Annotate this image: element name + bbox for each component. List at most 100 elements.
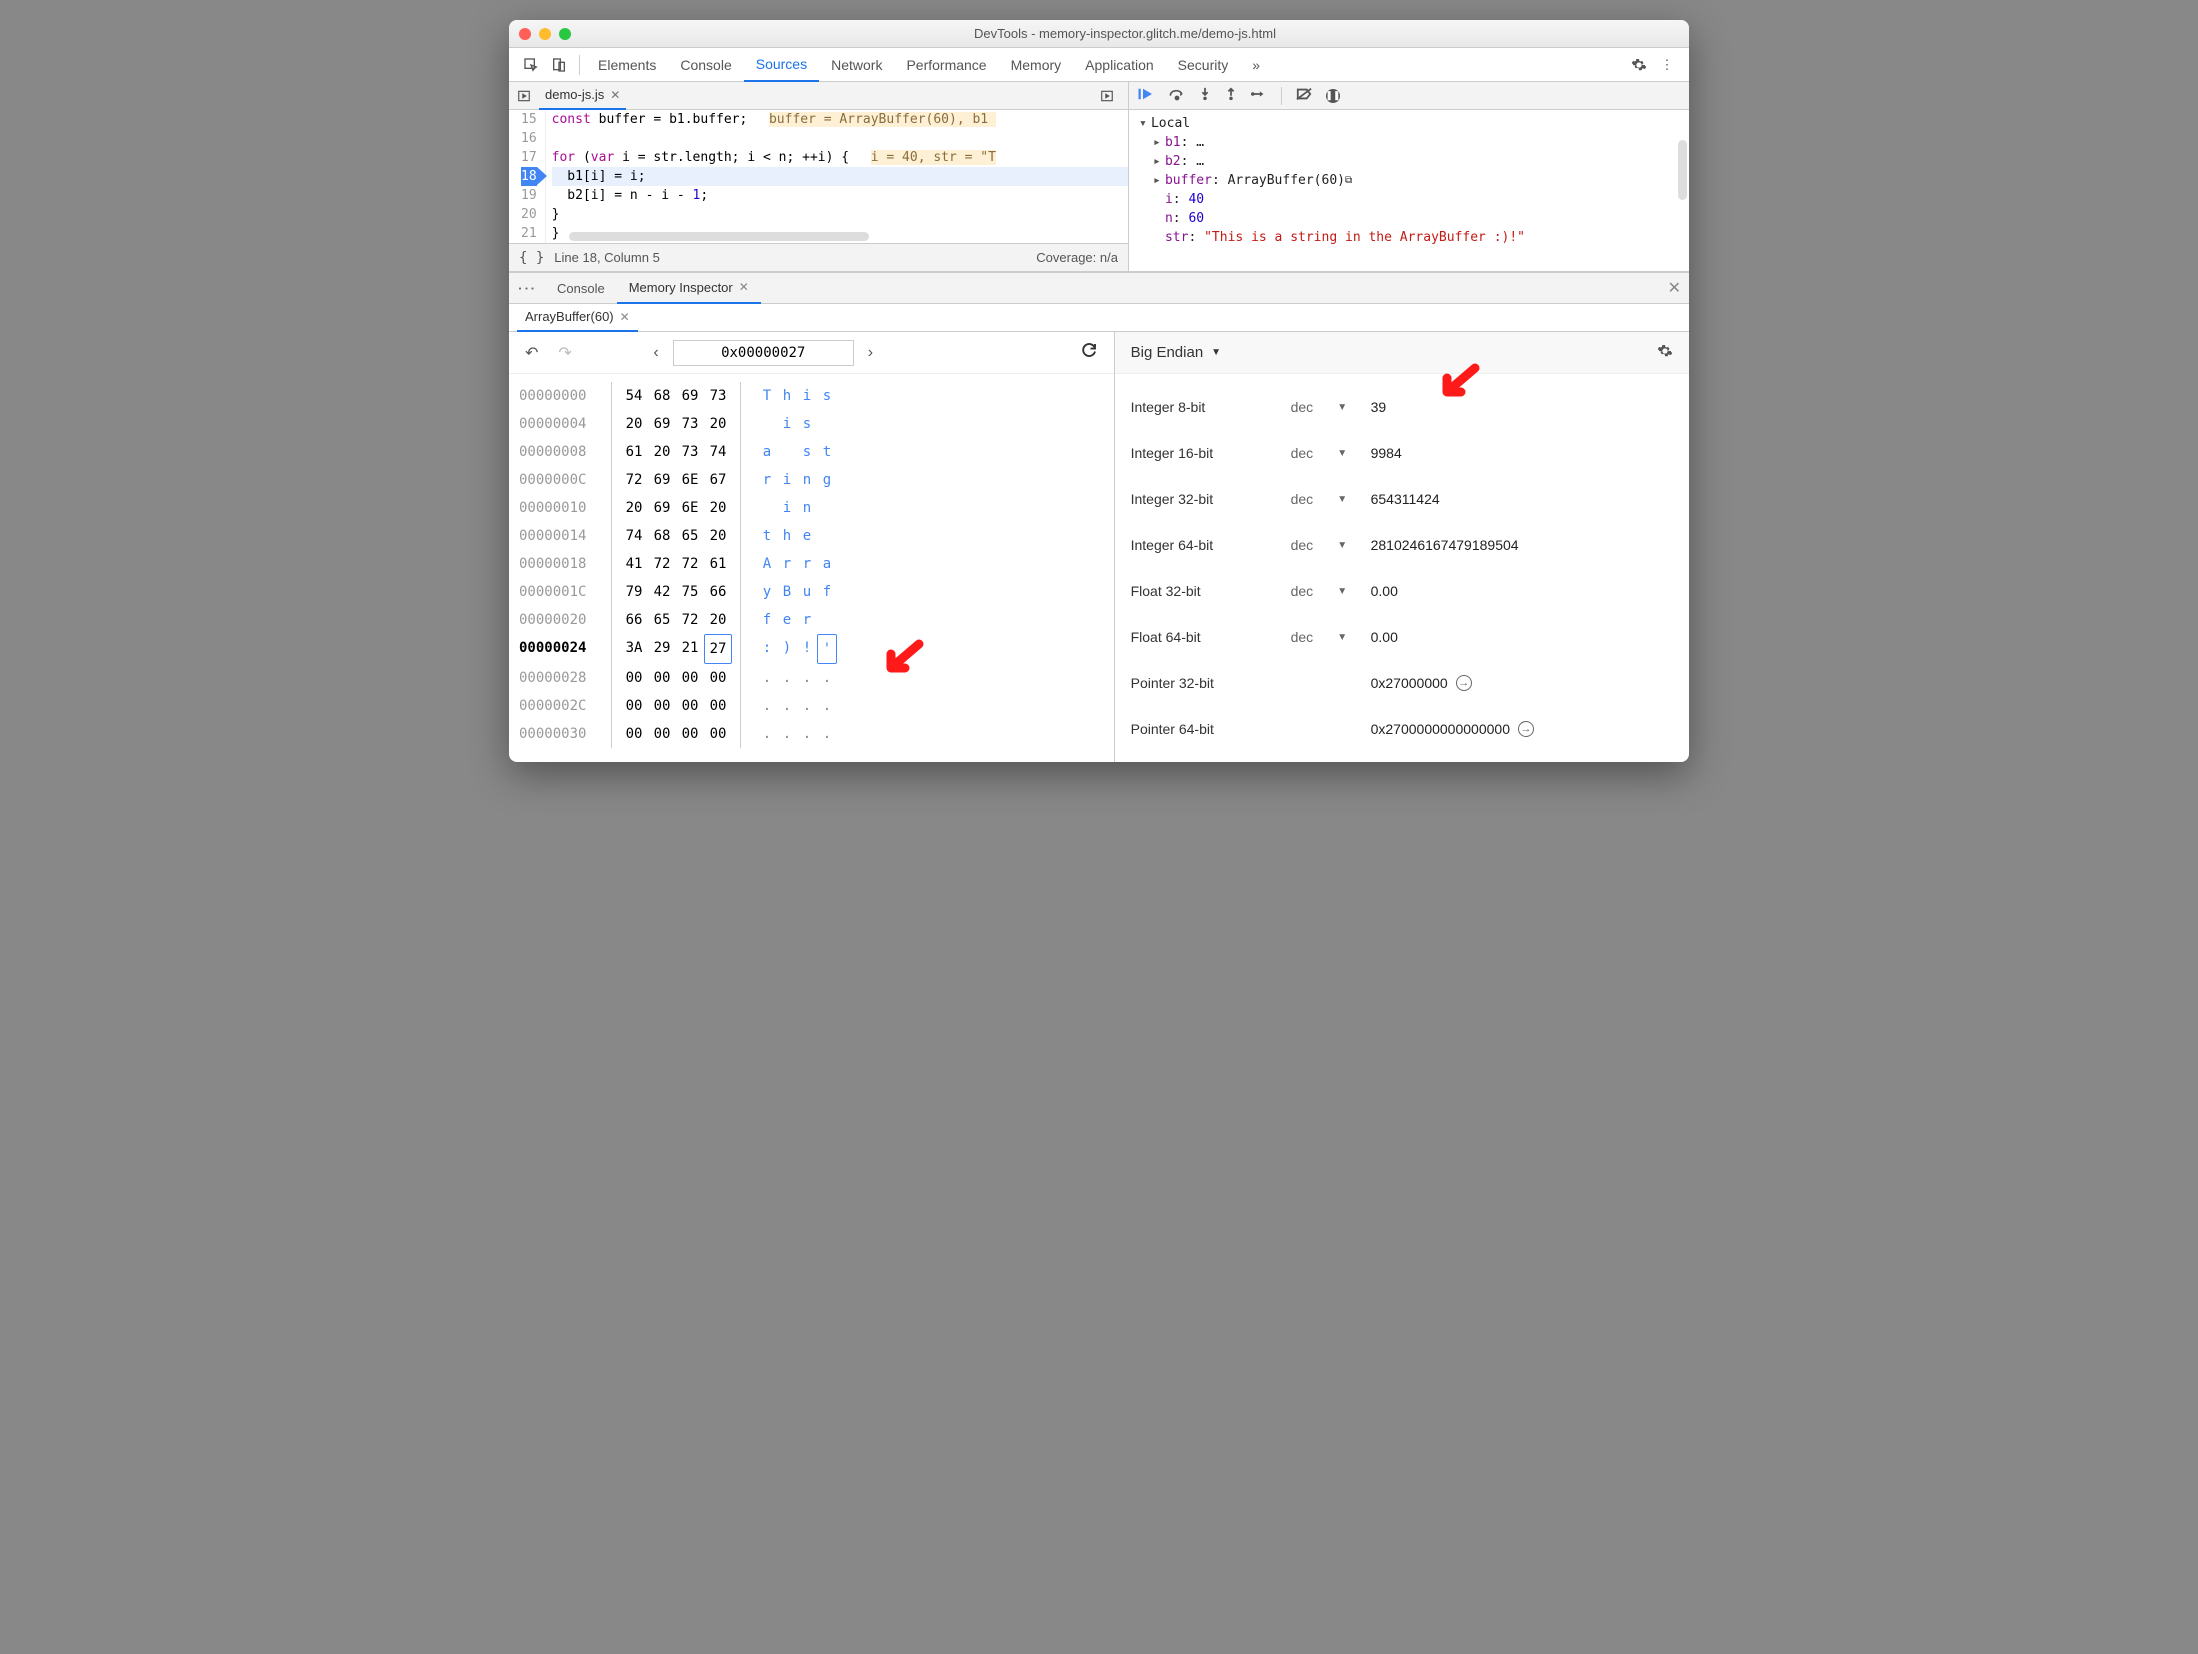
ascii-char[interactable]: . [797,720,817,748]
step-over-icon[interactable] [1169,87,1185,104]
ascii-char[interactable]: . [797,664,817,692]
ascii-char[interactable] [817,410,837,438]
hex-byte[interactable]: 69 [676,382,704,410]
hex-row[interactable]: 0000000C72696E67ring [519,466,1104,494]
pretty-print-icon[interactable]: { } [519,250,544,266]
goto-address-icon[interactable]: → [1456,675,1472,691]
step-into-icon[interactable] [1199,87,1211,104]
ascii-char[interactable]: h [777,382,797,410]
base-select[interactable]: dec▼ [1291,399,1371,415]
inspect-element-icon[interactable] [517,51,545,79]
hex-byte[interactable]: 61 [704,550,732,578]
ascii-char[interactable] [757,410,777,438]
hex-byte[interactable]: 69 [648,466,676,494]
code-line[interactable]: b1[i] = i; [552,167,1128,186]
hex-byte[interactable]: 73 [704,382,732,410]
drawer-tab-memory-inspector[interactable]: Memory Inspector✕ [617,272,761,304]
scope-scrollbar[interactable] [1678,140,1687,200]
hex-byte[interactable]: 66 [620,606,648,634]
line-number[interactable]: 16 [521,129,537,148]
code-line[interactable]: const buffer = b1.buffer; buffer = Array… [552,110,1128,129]
hex-row[interactable]: 0000000054686973This [519,382,1104,410]
ascii-char[interactable]: . [777,664,797,692]
ascii-char[interactable]: a [757,438,777,466]
minimize-window-button[interactable] [539,28,551,40]
ascii-char[interactable]: i [797,382,817,410]
tab-application[interactable]: Application [1073,48,1166,82]
hex-byte[interactable]: 72 [676,606,704,634]
base-select[interactable]: dec▼ [1291,445,1371,461]
ascii-char[interactable]: . [777,692,797,720]
code-line[interactable]: } [552,205,1128,224]
ascii-char[interactable]: T [757,382,777,410]
ascii-char[interactable]: t [817,438,837,466]
horizontal-scrollbar[interactable] [569,232,869,241]
hex-byte[interactable]: 00 [676,720,704,748]
ascii-char[interactable]: f [757,606,777,634]
ascii-char[interactable]: t [757,522,777,550]
hex-byte[interactable]: 67 [704,466,732,494]
ascii-char[interactable] [817,606,837,634]
ascii-char[interactable]: B [777,578,797,606]
line-number[interactable]: 20 [521,205,537,224]
hex-byte[interactable]: 00 [676,692,704,720]
ascii-char[interactable]: r [797,550,817,578]
hex-byte[interactable]: 00 [620,692,648,720]
hex-row[interactable]: 0000000861207374a st [519,438,1104,466]
settings-gear-icon[interactable] [1625,51,1653,79]
hex-byte[interactable]: 68 [648,382,676,410]
line-number[interactable]: 21 [521,224,537,243]
ascii-char[interactable]: i [777,466,797,494]
drawer-menu-icon[interactable]: ⋮ [516,279,537,297]
hex-byte[interactable]: 79 [620,578,648,606]
run-snippet-icon[interactable] [1098,89,1116,103]
device-toggle-icon[interactable] [545,51,573,79]
ascii-char[interactable]: s [797,438,817,466]
code-line[interactable] [552,129,1128,148]
hex-byte[interactable]: 00 [648,720,676,748]
hex-byte[interactable]: 41 [620,550,648,578]
drawer-tab-console[interactable]: Console [545,272,617,304]
close-drawer-icon[interactable]: ✕ [1668,278,1681,298]
resume-icon[interactable] [1137,87,1155,104]
hex-byte[interactable]: 73 [676,438,704,466]
hex-byte[interactable]: 68 [648,522,676,550]
ascii-char[interactable]: e [777,606,797,634]
ascii-char[interactable] [757,494,777,522]
hex-byte[interactable]: 00 [648,664,676,692]
close-file-tab-icon[interactable]: ✕ [610,88,620,102]
ascii-char[interactable]: . [757,664,777,692]
navigator-toggle-icon[interactable] [515,89,533,103]
ascii-char[interactable] [817,522,837,550]
zoom-window-button[interactable] [559,28,571,40]
ascii-char[interactable]: a [817,550,837,578]
scope-var[interactable]: str: "This is a string in the ArrayBuffe… [1153,228,1689,247]
hex-byte[interactable]: 72 [648,550,676,578]
ascii-char[interactable]: f [817,578,837,606]
hex-byte[interactable]: 20 [620,494,648,522]
hex-byte[interactable]: 21 [676,634,704,664]
line-number[interactable]: 18 [521,167,537,186]
ascii-char[interactable]: y [757,578,777,606]
ascii-char[interactable]: r [777,550,797,578]
tab-security[interactable]: Security [1166,48,1241,82]
ascii-char[interactable]: r [797,606,817,634]
ascii-char[interactable]: r [757,466,777,494]
scope-var[interactable]: ▸b1: … [1153,133,1689,152]
ascii-char[interactable] [777,438,797,466]
hex-byte[interactable]: 74 [704,438,732,466]
hex-row[interactable]: 0000003000000000.... [519,720,1104,748]
base-select[interactable]: dec▼ [1291,583,1371,599]
step-out-icon[interactable] [1225,87,1237,104]
kebab-menu-icon[interactable]: ⋮ [1653,51,1681,79]
deactivate-breakpoints-icon[interactable] [1296,87,1312,104]
base-select[interactable]: dec▼ [1291,537,1371,553]
close-drawer-tab-icon[interactable]: ✕ [739,280,749,294]
pause-exceptions-icon[interactable]: ❚❚ [1326,89,1340,103]
buffer-tab[interactable]: ArrayBuffer(60) ✕ [517,304,638,332]
ascii-char[interactable]: . [797,692,817,720]
hex-byte[interactable]: 20 [704,606,732,634]
value-settings-gear-icon[interactable] [1657,343,1673,362]
ascii-char[interactable]: . [777,720,797,748]
hex-byte[interactable]: 6E [676,466,704,494]
